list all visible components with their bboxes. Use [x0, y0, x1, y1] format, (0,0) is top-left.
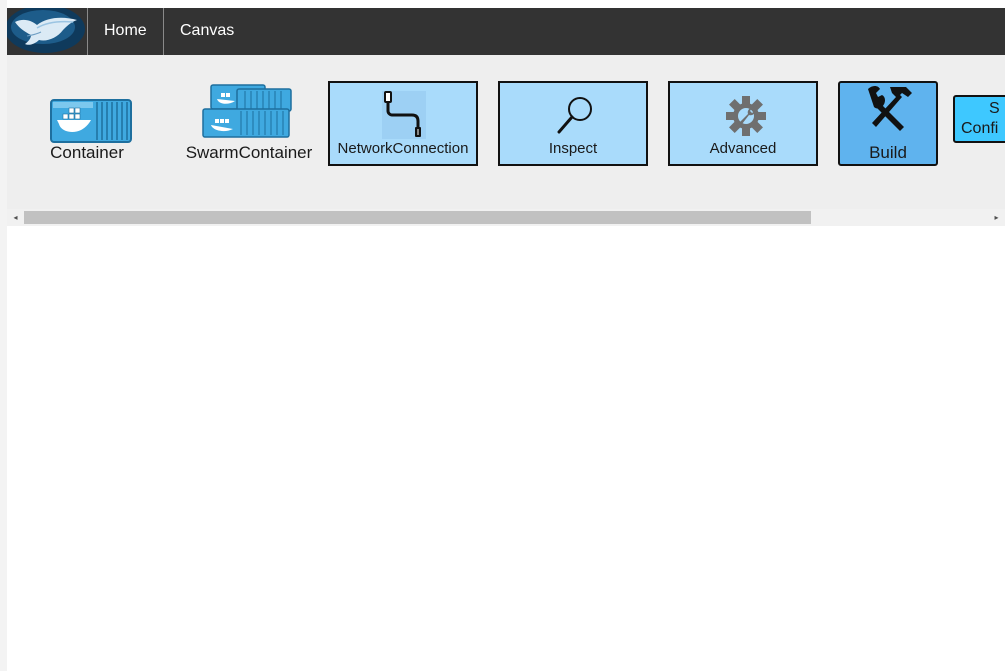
swarm-container-icon [202, 84, 292, 138]
tool-label: Build [869, 143, 907, 162]
tool-swarm-container[interactable]: SwarmContainer [181, 83, 317, 165]
tool-label-line2: Confi [961, 120, 999, 137]
hammer-wrench-icon [868, 86, 912, 131]
scroll-right-arrow[interactable]: ▸ [988, 209, 1005, 226]
tool-build[interactable]: Build [838, 81, 938, 166]
tool-label: SwarmContainer [185, 143, 313, 162]
scroll-thumb[interactable] [24, 211, 811, 224]
left-border [0, 0, 7, 671]
scroll-left-arrow[interactable]: ◂ [7, 209, 24, 226]
nav-canvas[interactable]: Canvas [180, 8, 234, 55]
tool-configuration[interactable]: S Confi [953, 95, 1005, 143]
navbar: Home Canvas [7, 8, 1005, 55]
tool-container[interactable]: Container [45, 85, 132, 165]
drawing-canvas[interactable] [7, 226, 1005, 671]
tool-label: Advanced [709, 140, 777, 157]
tool-network-connection[interactable]: NetworkConnection [328, 81, 478, 166]
tool-label: Container [50, 143, 124, 162]
tool-label-line1: S [989, 100, 1000, 117]
magnifier-icon [557, 97, 592, 134]
top-strip [0, 0, 1005, 8]
docker-whale-logo[interactable] [7, 8, 87, 55]
app-window: Home Canvas Container SwarmContainer Net… [0, 0, 1005, 671]
toolbar-scrollbar[interactable]: ◂ ▸ [7, 209, 1005, 226]
network-cable-icon [382, 91, 426, 139]
nav-separator [163, 8, 164, 55]
nav-separator [87, 8, 88, 55]
gear-wrench-icon [726, 96, 766, 136]
tool-label: NetworkConnection [337, 140, 469, 157]
tool-label: Inspect [548, 140, 598, 157]
component-toolbar: Container SwarmContainer NetworkConnecti… [7, 55, 1005, 209]
nav-home[interactable]: Home [104, 8, 147, 55]
docker-container-icon [50, 99, 132, 143]
tool-inspect[interactable]: Inspect [498, 81, 648, 166]
tool-advanced[interactable]: Advanced [668, 81, 818, 166]
